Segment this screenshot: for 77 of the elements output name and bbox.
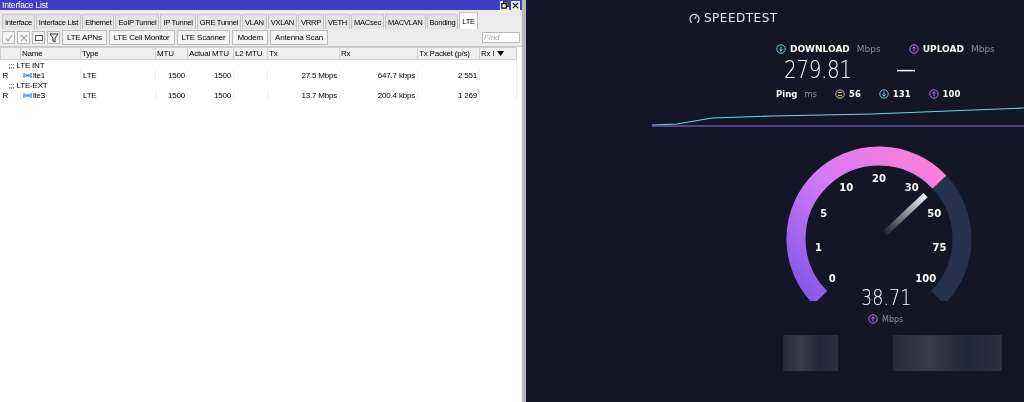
column-header[interactable]: Name (20, 47, 81, 60)
table-cell: LTE (80, 70, 156, 80)
gauge-tick-label: 10 (839, 182, 854, 194)
toolbar-button[interactable]: Antenna Scan (270, 30, 328, 45)
gauge-tick-label: 0 (828, 272, 836, 284)
comment-row: ;;; LTE INT (0, 59, 517, 70)
table-cell: 13.7 Mbps (267, 90, 340, 100)
table-cell: 1500 (187, 70, 234, 80)
ping-value: 131 (892, 89, 911, 99)
download-label: DOWNLOAD (790, 44, 850, 54)
gauge-tick-label: 5 (820, 207, 828, 219)
dropdown-icon[interactable] (497, 51, 505, 57)
table-cell: 1 269 (417, 90, 480, 100)
brand-logo: SPEEDTEST (704, 11, 778, 25)
unit-label: ms (804, 89, 817, 99)
check-icon (3, 32, 14, 43)
upload-icon (908, 44, 919, 54)
ping-label: Ping (776, 89, 798, 99)
speed-reading: 38.71 (861, 285, 912, 310)
table-cell: 647.7 kbps (339, 70, 418, 80)
toolbar-button[interactable]: Modem (232, 30, 269, 45)
column-header[interactable]: L2 MTU (233, 47, 268, 60)
note-icon (33, 32, 44, 43)
column-header[interactable]: MTU (155, 47, 188, 60)
comment-row: ;;; LTE-EXT (0, 80, 517, 90)
table-cell: 1500 (155, 70, 188, 80)
column-header[interactable]: Tx Packet (p/s) (417, 47, 480, 60)
gauge-tick-label: 100 (915, 272, 937, 284)
redacted-block (783, 335, 838, 371)
upload-icon (928, 89, 939, 99)
table-cell: R (0, 90, 21, 100)
toolbar-button[interactable]: LTE Cell Monitor (108, 30, 175, 45)
column-header[interactable]: Tx (267, 47, 340, 60)
table-cell: 2 551 (417, 70, 480, 80)
table-cell: R (0, 70, 21, 80)
toolbar-button[interactable]: LTE Scanner (176, 30, 231, 45)
upload-icon (868, 314, 878, 324)
table-cell: 27.5 Mbps (267, 70, 340, 80)
table-cell: lte1 (33, 70, 46, 80)
unit-label: Mbps (882, 314, 904, 324)
download-speed: 279.81 (784, 54, 853, 84)
check-button[interactable] (2, 31, 15, 44)
search-field[interactable]: Find (482, 32, 520, 43)
gauge-icon (689, 12, 700, 24)
table-cell: LTE (80, 90, 156, 100)
download-icon (776, 44, 786, 54)
unit-label: Mbps (970, 44, 995, 54)
antenna-icon (23, 91, 32, 99)
gauge-tick-label: 50 (927, 207, 942, 219)
note-button[interactable] (32, 31, 45, 44)
ping-value: 100 (942, 89, 961, 99)
table-cell: 1500 (187, 90, 234, 100)
gauge-needle (882, 192, 928, 236)
toolbar-button[interactable]: LTE APNs (62, 30, 107, 45)
ping-value: 56 (849, 89, 861, 99)
antenna-icon (23, 71, 32, 79)
table-cell: lte3 (33, 90, 46, 100)
upload-label: UPLOAD (922, 44, 964, 54)
gauge-tick-label: 30 (904, 182, 919, 194)
filter-button[interactable] (47, 31, 60, 44)
column-header[interactable]: Rx I (479, 47, 517, 60)
column-header[interactable]: Actual MTU (187, 47, 234, 60)
download-icon (878, 89, 889, 99)
gauge-tick-label: 75 (932, 241, 947, 253)
gauge-tick-label: 20 (872, 172, 886, 184)
column-header[interactable]: Type (80, 47, 156, 60)
gauge-tick-label: 1 (815, 241, 822, 253)
restore-icon[interactable] (500, 0, 509, 10)
upload-speed: — (896, 57, 916, 81)
close-icon[interactable] (511, 0, 520, 10)
column-header[interactable]: Rx (339, 47, 418, 60)
filter-icon (48, 32, 59, 43)
cross-icon (18, 32, 29, 43)
table-cell: 1500 (155, 90, 188, 100)
unit-label: Mbps (856, 44, 881, 54)
table-cell: 200.4 kbps (339, 90, 418, 100)
window-title: Interface List (2, 0, 48, 10)
